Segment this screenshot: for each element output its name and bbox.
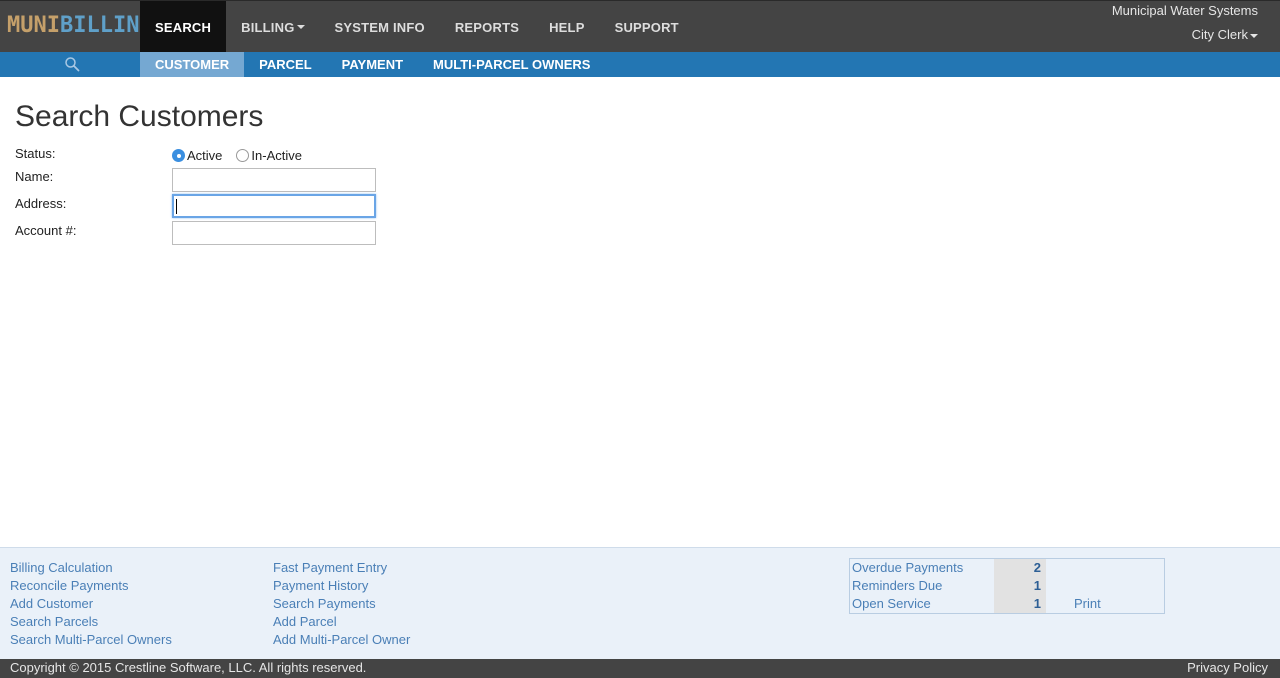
copyright-text: Copyright © 2015 Crestline Software, LLC… — [10, 660, 367, 675]
status-inactive-label[interactable]: In-Active — [251, 148, 302, 163]
quick-links-column-2: Fast Payment Entry Payment History Searc… — [273, 559, 410, 649]
name-label: Name: — [15, 169, 54, 184]
nav-billing-label: BILLING — [241, 19, 295, 35]
nav-help[interactable]: HELP — [534, 1, 599, 53]
account-label: Account #: — [15, 223, 77, 238]
subnav-parcel[interactable]: PARCEL — [244, 52, 326, 77]
nav-reports[interactable]: REPORTS — [440, 1, 534, 53]
nav-support[interactable]: SUPPORT — [600, 1, 694, 53]
privacy-policy-link[interactable]: Privacy Policy — [1187, 660, 1268, 675]
nav-reports-label: REPORTS — [454, 19, 520, 35]
nav-help-label: HELP — [549, 19, 585, 35]
status-label: Status: — [15, 146, 56, 161]
subnav-payment-label: PAYMENT — [341, 57, 404, 72]
chevron-down-icon — [296, 25, 305, 29]
top-navbar: MUNIBILLING SEARCH BILLING SYSTEM INFO R… — [0, 0, 1280, 53]
name-input[interactable] — [172, 168, 376, 192]
logo-billing: BILLING — [59, 13, 153, 38]
search-icon[interactable] — [64, 56, 80, 72]
stat-cell: 1 — [994, 577, 1046, 595]
address-input[interactable] — [172, 194, 376, 218]
link-payment-history[interactable]: Payment History — [273, 577, 410, 595]
subnav-customer[interactable]: CUSTOMER — [140, 52, 245, 77]
stat-label[interactable]: Reminders Due — [852, 577, 942, 595]
nav-system-info[interactable]: SYSTEM INFO — [320, 1, 440, 53]
link-add-parcel[interactable]: Add Parcel — [273, 613, 410, 631]
stat-cell: 2 — [994, 559, 1046, 577]
subnav-customer-label: CUSTOMER — [155, 57, 230, 72]
user-menu[interactable]: City Clerk — [1192, 27, 1258, 42]
link-search-parcels[interactable]: Search Parcels — [10, 613, 172, 631]
stat-cell: 1 — [994, 595, 1046, 613]
subnav-parcel-label: PARCEL — [259, 57, 312, 72]
link-fast-payment-entry[interactable]: Fast Payment Entry — [273, 559, 410, 577]
subnav-multi-parcel-owners-label: MULTI-PARCEL OWNERS — [433, 57, 591, 72]
status-active-label[interactable]: Active — [187, 148, 222, 163]
link-reconcile-payments[interactable]: Reconcile Payments — [10, 577, 172, 595]
link-billing-calculation[interactable]: Billing Calculation — [10, 559, 172, 577]
stat-label[interactable]: Overdue Payments — [852, 559, 963, 577]
quick-links-panel: Billing Calculation Reconcile Payments A… — [0, 547, 1280, 659]
text-cursor — [176, 199, 177, 214]
stat-label[interactable]: Open Service — [852, 595, 931, 613]
print-link[interactable]: Print — [1074, 595, 1101, 613]
stat-value: 2 — [1033, 560, 1041, 575]
sub-navbar: CUSTOMER PARCEL PAYMENT MULTI-PARCEL OWN… — [0, 52, 1280, 77]
nav-system-info-label: SYSTEM INFO — [334, 19, 425, 35]
bottom-bar: Copyright © 2015 Crestline Software, LLC… — [0, 659, 1280, 678]
address-label: Address: — [15, 196, 67, 211]
quick-links-column-1: Billing Calculation Reconcile Payments A… — [10, 559, 172, 649]
organization-name: Municipal Water Systems — [1111, 3, 1258, 18]
link-search-payments[interactable]: Search Payments — [273, 595, 410, 613]
app-logo[interactable]: MUNIBILLING — [7, 13, 153, 39]
stat-value: 1 — [1033, 578, 1041, 593]
sub-nav: CUSTOMER PARCEL PAYMENT MULTI-PARCEL OWN… — [140, 52, 605, 77]
nav-search-label: SEARCH — [155, 19, 212, 35]
subnav-multi-parcel-owners[interactable]: MULTI-PARCEL OWNERS — [418, 52, 605, 77]
page-title: Search Customers — [15, 100, 264, 133]
chevron-down-icon — [1250, 33, 1258, 38]
stat-row-reminders[interactable]: Reminders Due 1 — [850, 577, 1164, 595]
account-input[interactable] — [172, 221, 376, 245]
status-radio-group: Active In-Active — [172, 148, 316, 163]
status-active-radio[interactable] — [172, 149, 185, 162]
logo-muni: MUNI — [7, 13, 60, 38]
stat-row-overdue[interactable]: Overdue Payments 2 — [850, 559, 1164, 577]
subnav-payment[interactable]: PAYMENT — [327, 52, 418, 77]
stat-value: 1 — [1033, 596, 1041, 611]
nav-support-label: SUPPORT — [614, 19, 679, 35]
stat-row-open-service[interactable]: Open Service 1 Print — [850, 595, 1164, 613]
nav-search[interactable]: SEARCH — [140, 1, 227, 53]
link-add-customer[interactable]: Add Customer — [10, 595, 172, 613]
main-nav: SEARCH BILLING SYSTEM INFO REPORTS HELP … — [140, 1, 694, 53]
link-add-multi-parcel-owner[interactable]: Add Multi-Parcel Owner — [273, 631, 410, 649]
status-inactive-radio[interactable] — [236, 149, 250, 162]
user-menu-label: City Clerk — [1191, 27, 1248, 42]
link-search-multi-parcel-owners[interactable]: Search Multi-Parcel Owners — [10, 631, 172, 649]
nav-billing[interactable]: BILLING — [226, 1, 319, 53]
stats-box: Overdue Payments 2 Reminders Due 1 Open … — [849, 558, 1165, 614]
